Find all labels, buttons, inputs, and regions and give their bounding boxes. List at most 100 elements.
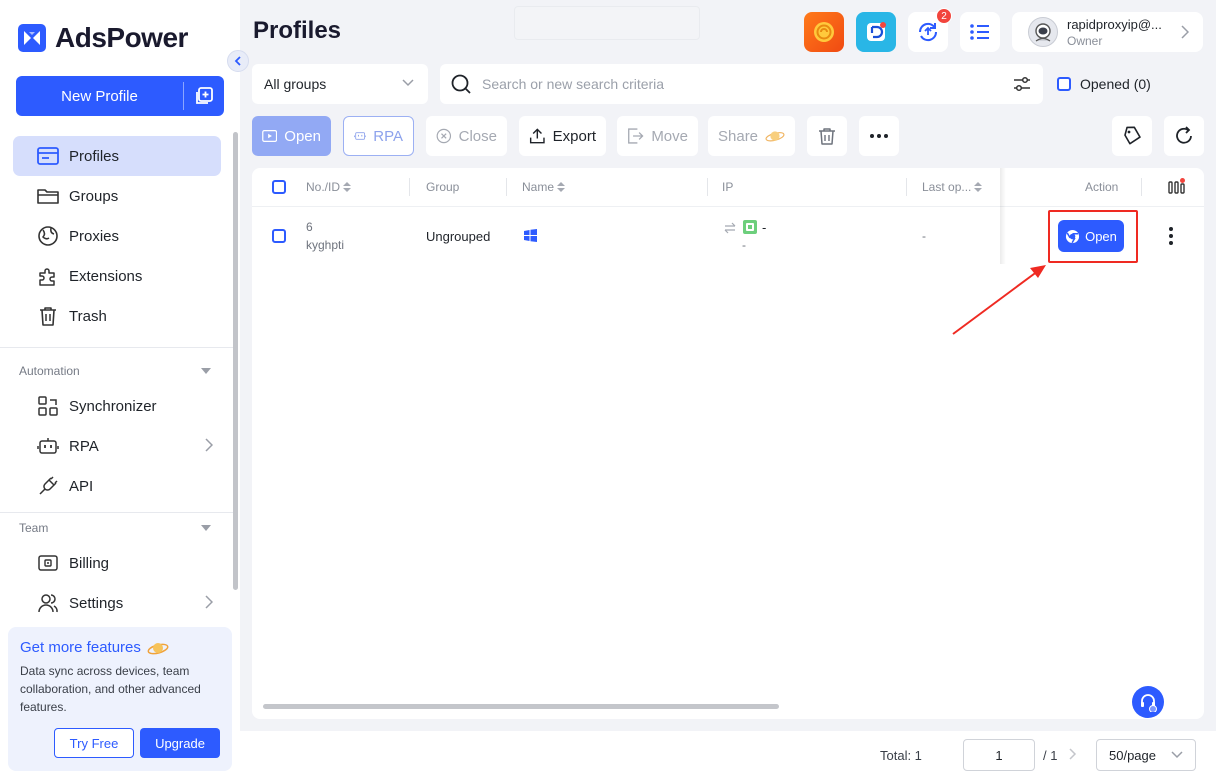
rpa-button[interactable]: RPA <box>343 116 414 156</box>
sidebar: AdsPower New Profile Profiles Groups Pro… <box>0 0 240 779</box>
checkbox[interactable] <box>1057 77 1071 91</box>
sidebar-item-extensions[interactable]: Extensions <box>13 256 221 296</box>
table-horizontal-scrollbar[interactable] <box>263 704 779 709</box>
sidebar-item-label: Synchronizer <box>69 397 157 415</box>
user-account-menu[interactable]: rapidproxyip@... Owner <box>1012 12 1203 52</box>
share-label: Share <box>718 127 759 145</box>
try-free-button[interactable]: Try Free <box>54 728 134 758</box>
user-info: rapidproxyip@... Owner <box>1067 17 1162 48</box>
select-all-checkbox[interactable] <box>272 180 286 194</box>
page-title: Profiles <box>253 17 342 44</box>
more-actions-button[interactable] <box>859 116 899 156</box>
sidebar-item-profiles[interactable]: Profiles <box>13 136 221 176</box>
new-profile-label[interactable]: New Profile <box>16 76 183 116</box>
task-list-button[interactable] <box>960 12 1000 52</box>
open-selected-button[interactable]: Open <box>252 116 331 156</box>
collapse-sidebar-button[interactable] <box>227 50 249 72</box>
column-header-label: Name <box>522 180 555 194</box>
user-role: Owner <box>1067 33 1103 48</box>
profile-number: 6 <box>306 220 313 234</box>
row-more-button[interactable] <box>1168 226 1174 249</box>
share-button[interactable]: Share <box>708 116 795 156</box>
upgrade-button[interactable]: Upgrade <box>140 728 220 758</box>
sidebar-item-label: API <box>69 477 94 495</box>
page-number-input[interactable]: 1 <box>963 739 1035 771</box>
sidebar-item-label: Proxies <box>69 227 120 245</box>
opened-filter-checkbox[interactable]: Opened (0) <box>1057 76 1151 92</box>
chevron-right-icon <box>1181 25 1189 39</box>
sidebar-item-label: Trash <box>69 307 107 325</box>
page-total: / 1 <box>1043 748 1058 763</box>
sidebar-divider <box>0 512 237 513</box>
sort-icon <box>343 182 352 192</box>
sync-icon <box>918 22 938 42</box>
sidebar-item-settings[interactable]: Settings <box>13 583 221 623</box>
rewards-button[interactable] <box>804 12 844 52</box>
sidebar-item-rpa[interactable]: RPA <box>13 426 221 466</box>
delete-button[interactable] <box>807 116 847 156</box>
refresh-button[interactable] <box>1164 116 1204 156</box>
group-select[interactable]: All groups <box>252 64 428 104</box>
sidebar-item-proxies[interactable]: Proxies <box>13 216 221 256</box>
column-header-no-id[interactable]: No./ID <box>306 180 352 194</box>
sidebar-item-label: Groups <box>69 187 119 205</box>
profile-group: Ungrouped <box>426 229 491 244</box>
column-header-label: Group <box>426 180 460 194</box>
more-horizontal-icon <box>870 134 888 138</box>
sidebar-item-api[interactable]: API <box>13 466 221 506</box>
caret-down-icon[interactable] <box>201 368 211 374</box>
column-header-group: Group <box>426 180 459 194</box>
column-header-name[interactable]: Name <box>522 180 566 194</box>
sidebar-item-label: RPA <box>69 437 99 455</box>
planet-icon <box>765 131 785 142</box>
group-select-value: All groups <box>264 76 327 92</box>
close-circle-icon <box>436 128 452 144</box>
opened-filter-label: Opened (0) <box>1080 76 1151 92</box>
rpa-label: RPA <box>373 127 403 145</box>
sidebar-scrollbar[interactable] <box>233 132 238 590</box>
chevron-down-icon <box>402 79 414 87</box>
column-header-last-opened[interactable]: Last op... <box>922 180 983 194</box>
sidebar-item-synchronizer[interactable]: Synchronizer <box>13 386 221 426</box>
sidebar-item-label: Profiles <box>69 147 120 165</box>
search-box[interactable] <box>440 64 1043 104</box>
page-size-select[interactable]: 50/page <box>1096 739 1196 771</box>
column-settings-icon[interactable] <box>1168 178 1186 194</box>
tags-button[interactable] <box>1112 116 1152 156</box>
column-separator <box>1141 178 1142 196</box>
support-button[interactable] <box>1132 686 1164 718</box>
app-b-button[interactable] <box>856 12 896 52</box>
folder-icon <box>37 185 59 207</box>
sidebar-item-label: Settings <box>69 594 124 612</box>
caret-down-icon[interactable] <box>201 525 211 531</box>
column-header-label: IP <box>722 180 734 194</box>
ip-value: - <box>762 220 767 235</box>
batch-add-button[interactable] <box>184 76 224 116</box>
column-separator[interactable] <box>506 178 507 196</box>
sidebar-item-billing[interactable]: Billing <box>13 543 221 583</box>
astronaut-icon <box>1035 23 1051 42</box>
new-profile-button[interactable]: New Profile <box>16 76 224 116</box>
list-icon <box>970 24 989 40</box>
row-checkbox[interactable] <box>272 229 286 243</box>
column-separator[interactable] <box>409 178 410 196</box>
move-button[interactable]: Move <box>617 116 698 156</box>
faded-toast <box>514 6 700 40</box>
profiles-icon <box>37 145 59 167</box>
planet-icon <box>147 642 169 654</box>
export-button[interactable]: Export <box>519 116 606 156</box>
chevron-right-icon[interactable] <box>1069 748 1077 760</box>
column-separator[interactable] <box>906 178 907 196</box>
table-header-divider <box>252 206 1204 207</box>
last-opened-value: - <box>922 229 926 243</box>
search-input[interactable] <box>482 76 1013 92</box>
robot-icon <box>354 132 367 140</box>
column-separator[interactable] <box>707 178 708 196</box>
close-selected-button[interactable]: Close <box>426 116 507 156</box>
filter-settings-icon[interactable] <box>1013 76 1031 92</box>
sidebar-item-groups[interactable]: Groups <box>13 176 221 216</box>
sort-icon <box>557 182 566 192</box>
tag-icon <box>1124 126 1141 145</box>
sidebar-item-label: Extensions <box>69 267 143 285</box>
sidebar-item-trash[interactable]: Trash <box>13 296 221 336</box>
